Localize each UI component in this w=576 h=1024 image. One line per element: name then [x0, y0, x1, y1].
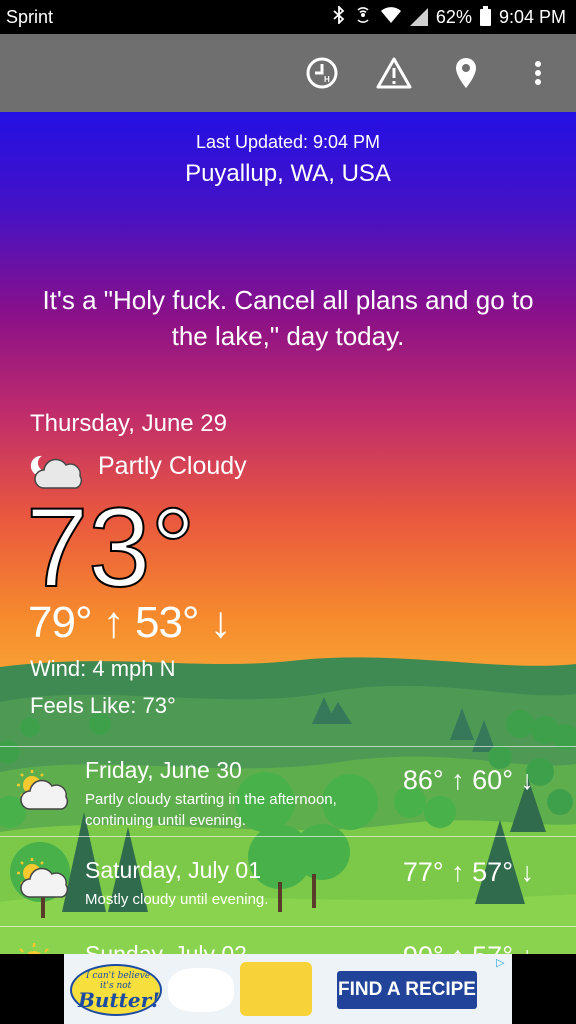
product-image [240, 962, 312, 1016]
last-updated: Last Updated: 9:04 PM [195, 132, 381, 152]
weather-tagline: It's a "Holy fuck. Cancel all plans and … [42, 285, 534, 351]
weather-hero: Last Updated: 9:04 PM Puyallup, WA, USA … [0, 112, 576, 954]
wifi-icon [380, 6, 402, 29]
forecast-row[interactable]: Saturday, July 01 Mostly cloudy until ev… [0, 836, 576, 926]
hotspot-icon [354, 6, 372, 29]
brand-logo: I can't believe it's not Butter! [70, 964, 162, 1016]
signal-icon [409, 8, 428, 26]
partly-sunny-icon [14, 857, 72, 906]
forecast-day: Sunday, July 02 [85, 941, 247, 954]
battery-percent: 62% [435, 6, 472, 27]
current-temperature: 73° [25, 485, 196, 610]
forecast-description: Mostly cloudy until evening. [85, 891, 269, 908]
svg-text:H: H [324, 75, 330, 84]
find-recipe-button[interactable]: FIND A RECIPE [337, 971, 477, 1009]
today-date: Thursday, June 29 [30, 410, 228, 437]
today-condition: Partly Cloudy [98, 452, 247, 480]
today-high-low: 79° ↑ 53° ↓ [28, 598, 232, 647]
forecast-description: Partly cloudy starting in the afternoon,… [85, 791, 337, 829]
status-bar: Sprint 62% 9:04 PM [0, 0, 576, 34]
forecast-high-low: 86° ↑ 60° ↓ [402, 765, 534, 795]
forecast-day: Saturday, July 01 [85, 857, 262, 883]
forecast-high-low: 90° ↑ 57° ↓ [403, 941, 534, 954]
forecast-row[interactable]: Sunday, July 02 90° ↑ 57° ↓ [0, 926, 576, 954]
brand-line-3: Butter! [78, 988, 160, 1012]
wind-speed: Wind: 4 mph N [30, 656, 176, 681]
forecast-row[interactable]: Friday, June 30 Partly cloudy starting i… [0, 746, 576, 836]
clock: 9:04 PM [498, 6, 566, 27]
carrier-label: Sprint [6, 6, 54, 27]
food-image [168, 968, 234, 1012]
location-icon[interactable] [448, 55, 484, 91]
status-indicators: 62% 9:04 PM [332, 4, 566, 29]
location-name[interactable]: Puyallup, WA, USA [0, 160, 576, 188]
battery-icon [479, 5, 491, 26]
more-icon[interactable] [520, 55, 556, 91]
forecast-high-low: 77° ↑ 57° ↓ [402, 857, 534, 887]
ad-container: I can't believe it's not Butter! FIND A … [0, 954, 576, 1024]
bluetooth-icon [332, 4, 346, 29]
forecast-day: Friday, June 30 [85, 757, 242, 783]
sunny-icon [14, 941, 54, 954]
feels-like: Feels Like: 73° [30, 693, 176, 718]
brand-line-1: I can't believe [86, 971, 151, 981]
hourly-icon[interactable]: H [304, 55, 340, 91]
app-toolbar: H [0, 34, 576, 112]
partly-sunny-icon [14, 769, 72, 818]
ad-choices-icon[interactable]: ▷ [496, 956, 508, 969]
alert-icon[interactable] [376, 55, 412, 91]
ad-banner[interactable]: I can't believe it's not Butter! FIND A … [64, 954, 512, 1024]
